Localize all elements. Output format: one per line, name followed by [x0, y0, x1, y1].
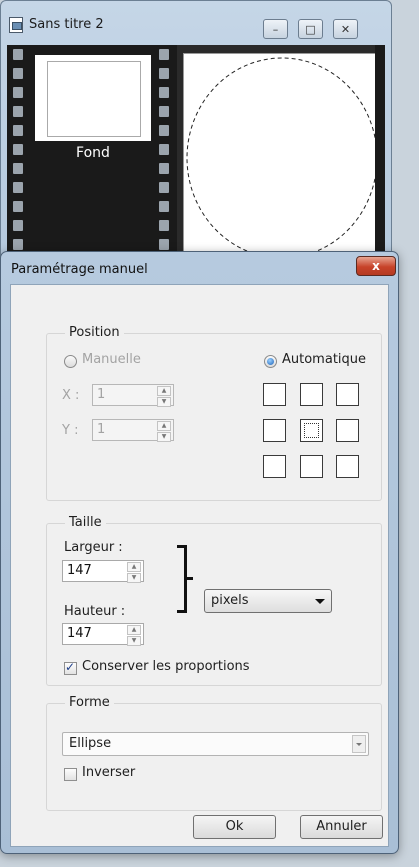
unit-value: pixels [211, 593, 249, 608]
unit-select[interactable]: pixels [204, 589, 332, 613]
minimize-button[interactable]: – [263, 19, 288, 39]
width-value: 147 [67, 563, 92, 578]
document-body: Fond [7, 45, 385, 263]
manual-label: Manuelle [82, 352, 141, 367]
height-label: Hauteur : [64, 604, 126, 619]
y-stepper[interactable]: ▲ ▼ [157, 421, 171, 442]
shape-legend: Forme [65, 695, 114, 710]
layer-thumbnail-preview [47, 61, 141, 137]
filmstrip-holes-right [159, 49, 169, 265]
maximize-icon: □ [305, 22, 316, 36]
close-button[interactable]: ✕ [333, 19, 358, 39]
anchor-center[interactable] [300, 419, 323, 442]
height-value: 147 [67, 626, 92, 641]
shape-group: Forme Ellipse Inverser [46, 695, 382, 811]
width-stepper[interactable]: ▲ ▼ [127, 562, 141, 583]
maximize-button[interactable]: □ [298, 19, 323, 39]
close-icon: x [372, 259, 380, 273]
dialog-close-button[interactable]: x [356, 256, 396, 276]
x-label: X : [62, 388, 80, 403]
automatic-radio[interactable] [264, 355, 277, 368]
anchor-middle-left[interactable] [263, 419, 286, 442]
anchor-top-left[interactable] [263, 383, 286, 406]
document-icon [9, 17, 23, 33]
document-title: Sans titre 2 [29, 17, 104, 32]
layer-thumbnail[interactable] [35, 55, 151, 141]
y-input[interactable]: 1 ▲ ▼ [92, 419, 174, 442]
invert-checkbox[interactable] [64, 768, 77, 781]
canvas-strip [375, 45, 385, 261]
anchor-bottom-left[interactable] [263, 455, 286, 478]
ellipse-selection [186, 57, 378, 259]
ok-button[interactable]: Ok [193, 815, 276, 839]
anchor-bottom-right[interactable] [336, 455, 359, 478]
shape-select[interactable]: Ellipse [62, 732, 369, 756]
manual-settings-dialog: Paramétrage manuel x Position Manuelle A… [0, 251, 399, 854]
size-group: Taille Largeur : 147 ▲ ▼ Hauteur : 147 ▲ ▼… [46, 515, 382, 686]
y-value: 1 [97, 422, 106, 437]
invert-label: Inverser [82, 765, 136, 780]
height-stepper[interactable]: ▲ ▼ [127, 625, 141, 646]
anchor-top-center[interactable] [300, 383, 323, 406]
size-link-bracket [177, 545, 193, 613]
keep-proportions-label: Conserver les proportions [82, 659, 250, 674]
dialog-client: Position Manuelle Automatique X : 1 ▲ ▼ Y… [10, 284, 389, 847]
anchor-middle-right[interactable] [336, 419, 359, 442]
chevron-down-icon [352, 735, 366, 753]
x-stepper[interactable]: ▲ ▼ [157, 386, 171, 407]
position-group: Position Manuelle Automatique X : 1 ▲ ▼ Y… [46, 325, 382, 501]
dialog-title: Paramétrage manuel [11, 262, 148, 277]
position-legend: Position [65, 325, 124, 340]
layers-filmstrip: Fond [7, 45, 177, 261]
keep-proportions-checkbox[interactable] [64, 660, 77, 675]
minimize-icon: – [272, 22, 279, 36]
width-label: Largeur : [64, 540, 123, 555]
automatic-label: Automatique [282, 352, 367, 367]
shape-value: Ellipse [69, 736, 112, 751]
x-value: 1 [97, 387, 106, 402]
close-icon: ✕ [340, 22, 351, 36]
width-input[interactable]: 147 ▲ ▼ [62, 560, 144, 583]
height-input[interactable]: 147 ▲ ▼ [62, 623, 144, 646]
y-label: Y : [62, 423, 79, 438]
anchor-top-right[interactable] [336, 383, 359, 406]
filmstrip-holes-left [13, 49, 23, 265]
x-input[interactable]: 1 ▲ ▼ [92, 384, 174, 407]
manual-radio[interactable] [64, 355, 77, 368]
layer-label: Fond [76, 145, 110, 161]
chevron-down-icon [315, 599, 325, 604]
document-titlebar[interactable]: Sans titre 2 – □ ✕ [1, 1, 391, 41]
cancel-button[interactable]: Annuler [300, 815, 383, 839]
document-window: Sans titre 2 – □ ✕ Fond [0, 0, 392, 263]
anchor-bottom-center[interactable] [300, 455, 323, 478]
size-legend: Taille [65, 515, 106, 530]
image-canvas[interactable] [183, 53, 381, 263]
